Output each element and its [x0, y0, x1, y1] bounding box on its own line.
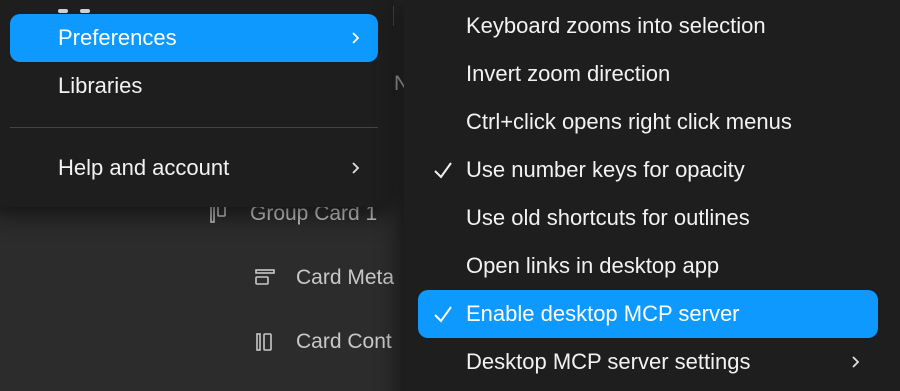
- menu-item-label: Use old shortcuts for outlines: [466, 205, 750, 230]
- pref-keyboard-zooms[interactable]: Keyboard zooms into selection: [418, 2, 878, 50]
- chevron-right-icon: [346, 157, 366, 185]
- layer-name: Card Meta: [296, 266, 395, 289]
- menu-item-libraries[interactable]: Libraries: [10, 62, 378, 110]
- menu-item-label: Ctrl+click opens right click menus: [466, 109, 792, 134]
- layout-columns-icon: [252, 329, 278, 355]
- layout-rows-icon: [252, 265, 278, 291]
- menu-item-label: Keyboard zooms into selection: [466, 13, 766, 38]
- layer-row-card-meta[interactable]: Card Meta: [252, 258, 394, 298]
- layer-name: Card Cont: [296, 330, 392, 353]
- layer-row-card-content[interactable]: Card Cont: [252, 322, 392, 362]
- menu-item-label: Libraries: [58, 73, 143, 98]
- checkmark-icon: [432, 302, 454, 332]
- pref-enable-desktop-mcp[interactable]: Enable desktop MCP server: [418, 290, 878, 338]
- pref-invert-zoom[interactable]: Invert zoom direction: [418, 50, 878, 98]
- pref-open-links-desktop[interactable]: Open links in desktop app: [418, 242, 878, 290]
- menu-item-help-and-account[interactable]: Help and account: [10, 144, 378, 192]
- menu-item-label: Enable desktop MCP server: [466, 301, 740, 326]
- pref-desktop-mcp-settings[interactable]: Desktop MCP server settings: [418, 338, 878, 386]
- pref-ctrl-click[interactable]: Ctrl+click opens right click menus: [418, 98, 878, 146]
- menu-item-label: Open links in desktop app: [466, 253, 720, 278]
- menu-item-preferences[interactable]: Preferences: [10, 14, 378, 62]
- menu-divider: [10, 127, 378, 128]
- menu-item-label: Help and account: [58, 155, 230, 180]
- chevron-right-icon: [346, 27, 366, 55]
- checkmark-icon: [432, 158, 454, 188]
- app-stage: N Group Card 1 Card Meta Card Cont Prefe…: [0, 0, 900, 391]
- chevron-right-icon: [846, 351, 866, 379]
- pref-number-keys-opacity[interactable]: Use number keys for opacity: [418, 146, 878, 194]
- menu-item-label: Desktop MCP server settings: [466, 349, 751, 374]
- pref-old-shortcuts-outlines[interactable]: Use old shortcuts for outlines: [418, 194, 878, 242]
- menu-item-label: Use number keys for opacity: [466, 157, 745, 182]
- menu-item-label: Invert zoom direction: [466, 61, 671, 86]
- menu-item-label: Preferences: [58, 25, 177, 50]
- menu-item-partial: [58, 0, 118, 31]
